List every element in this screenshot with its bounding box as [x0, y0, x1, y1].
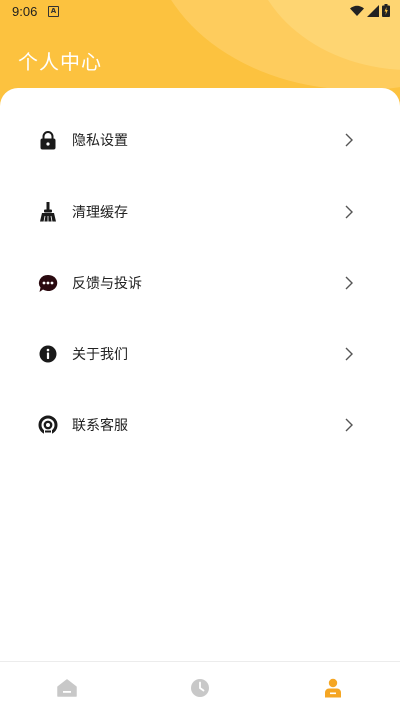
- notification-icon: A: [48, 6, 59, 17]
- menu-item-label: 关于我们: [72, 347, 128, 363]
- lock-icon: [38, 130, 58, 150]
- status-bar: 9:06 A: [0, 0, 400, 24]
- menu-item-label: 清理缓存: [72, 205, 128, 221]
- menu-item-clear-cache[interactable]: 清理缓存: [0, 184, 400, 240]
- menu-card: 隐私设置 清理缓存 反馈与投诉 关于我们 联系客服: [0, 88, 400, 662]
- headset-icon: [38, 415, 58, 435]
- menu-item-label: 反馈与投诉: [72, 276, 142, 292]
- chevron-right-icon: [345, 276, 353, 290]
- menu-item-feedback[interactable]: 反馈与投诉: [0, 255, 400, 311]
- tab-home[interactable]: [0, 662, 133, 713]
- clock-icon: [190, 678, 209, 697]
- menu-item-customer-service[interactable]: 联系客服: [0, 397, 400, 453]
- status-icons: [350, 4, 390, 17]
- tab-history[interactable]: [133, 662, 266, 713]
- menu-item-about-us[interactable]: 关于我们: [0, 326, 400, 382]
- chevron-right-icon: [345, 418, 353, 432]
- wifi-icon: [350, 5, 364, 16]
- signal-icon: [367, 4, 379, 17]
- tab-profile[interactable]: [266, 662, 399, 713]
- profile-icon: [324, 678, 341, 697]
- menu-item-privacy-settings[interactable]: 隐私设置: [0, 112, 400, 168]
- broom-icon: [38, 202, 58, 222]
- page-title: 个人中心: [18, 50, 102, 74]
- chevron-right-icon: [345, 347, 353, 361]
- menu-item-label: 隐私设置: [72, 133, 128, 149]
- home-icon: [56, 678, 77, 697]
- info-icon: [38, 344, 58, 364]
- status-time: 9:06: [12, 4, 38, 19]
- chat-bubble-icon: [38, 273, 58, 293]
- battery-icon: [382, 4, 390, 17]
- bottom-tab-bar: [0, 661, 400, 713]
- chevron-right-icon: [345, 133, 353, 147]
- menu-item-label: 联系客服: [72, 418, 128, 434]
- chevron-right-icon: [345, 205, 353, 219]
